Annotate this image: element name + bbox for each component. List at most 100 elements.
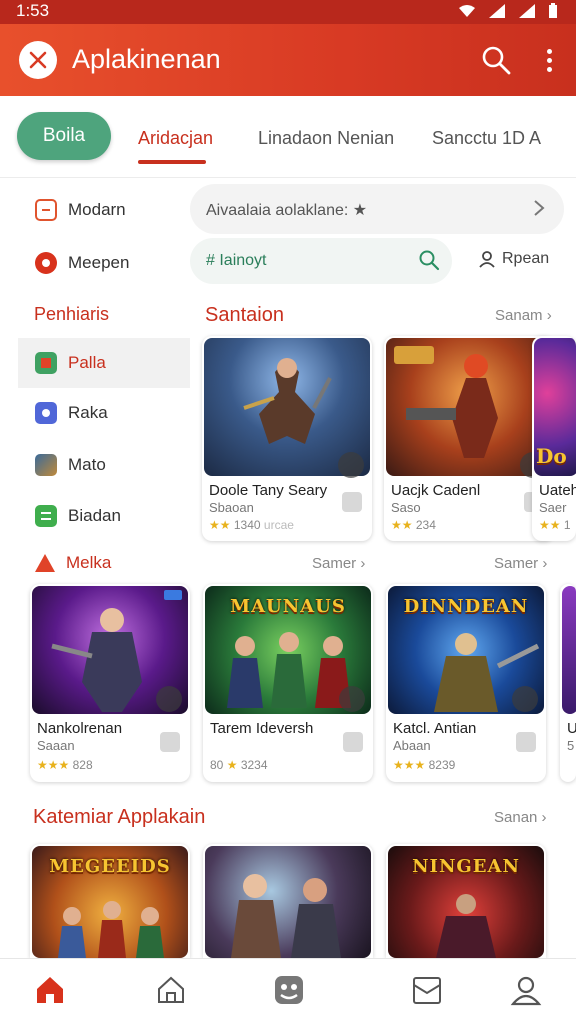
app-art-title: NINGEAN <box>412 856 520 877</box>
app-developer: 5 <box>567 738 575 753</box>
sidebar: Modarn Meepen Penhiaris Palla Raka Mato … <box>18 180 190 540</box>
sidebar-item-mato[interactable]: Mato <box>18 440 190 490</box>
app-art-title: DINNDEAN <box>403 596 529 617</box>
sidebar-heading: Penhiaris <box>34 304 110 324</box>
app-rating: ★★ 1340 urcae <box>209 518 294 532</box>
section-more-label: Samer <box>312 555 357 572</box>
section-more-link[interactable]: Samer › <box>494 555 547 572</box>
app-artwork <box>205 846 371 958</box>
sidebar-item-biadan[interactable]: Biadan <box>18 491 190 541</box>
document-icon <box>35 199 57 221</box>
home-outline-icon[interactable] <box>154 973 188 1007</box>
sidebar-item-label: Biadan <box>68 506 121 525</box>
app-rating: 80 ★ 3234 <box>210 758 268 772</box>
app-art-title: Do <box>536 444 567 468</box>
section-more-link[interactable]: Sanan › <box>494 809 547 826</box>
app-developer: Sbaoan <box>209 500 254 515</box>
bookmark-icon <box>35 352 57 374</box>
app-card[interactable]: Do Uatehl Saer ★★ 1 <box>532 336 576 541</box>
search-icon[interactable] <box>480 44 512 76</box>
app-card[interactable]: Nankolrenan Saaan ★★★ 828 <box>30 584 190 782</box>
tab-sancctu[interactable]: Sancctu 1D A <box>432 128 541 149</box>
tab-bar: Boila Aridacjan Linadaon Nenian Sancctu … <box>0 96 576 178</box>
message-icon <box>35 252 57 274</box>
app-name: Nankolrenan <box>37 720 123 737</box>
section-title: Melka <box>66 553 112 572</box>
close-button[interactable] <box>19 41 57 79</box>
app-developer: Saaan <box>37 738 75 753</box>
section-more-link[interactable]: Samer › <box>312 555 365 572</box>
gamepad-icon <box>160 732 180 752</box>
tab-linadaon[interactable]: Linadaon Nenian <box>258 128 394 149</box>
share-icon[interactable] <box>338 452 364 478</box>
app-name: Uatehl <box>539 482 576 499</box>
close-icon <box>29 51 47 69</box>
app-card[interactable]: NINGEAN <box>386 844 546 958</box>
app-name: U <box>567 720 576 737</box>
app-card[interactable]: Uacjk Cadenl Saso ★★ 234 <box>384 336 554 541</box>
app-rating: ★★ 1 <box>539 518 571 532</box>
share-icon[interactable] <box>512 686 538 712</box>
gamepad-icon <box>343 732 363 752</box>
app-card[interactable] <box>203 844 373 958</box>
list-icon <box>35 505 57 527</box>
person-filter-button[interactable]: Rpean <box>478 250 549 268</box>
sidebar-item-raka[interactable]: Raka <box>18 388 190 438</box>
app-card[interactable]: MEGEEIDS <box>30 844 190 958</box>
share-icon[interactable] <box>156 686 182 712</box>
status-icons <box>458 3 558 19</box>
sidebar-item-meepen[interactable]: Meepen <box>18 238 190 288</box>
section-icon <box>35 554 55 572</box>
bottom-nav <box>0 958 576 1024</box>
wifi-icon <box>459 5 475 17</box>
app-developer: Abaan <box>393 738 431 753</box>
games-icon[interactable] <box>272 973 306 1007</box>
profile-icon[interactable] <box>509 973 543 1007</box>
sidebar-item-label: Modarn <box>68 200 126 219</box>
search-input[interactable]: Aivaalaia aolaklane: ★ <box>190 184 564 234</box>
sidebar-item-label: Palla <box>68 353 106 372</box>
share-icon[interactable] <box>339 686 365 712</box>
app-developer: Saer <box>539 500 567 515</box>
app-name: Tarem Ideversh <box>210 720 314 737</box>
app-name: Katcl. Antian <box>393 720 477 737</box>
section-more-label: Sanan <box>494 809 538 826</box>
app-card[interactable]: DINNDEAN Katcl. Antian Abaan ★★★ 8239 <box>386 584 546 782</box>
app-rating: ★★ 234 <box>391 518 436 532</box>
app-artwork <box>562 586 576 714</box>
gamepad-icon <box>342 492 362 512</box>
app-card[interactable]: MAUNAUS Tarem Ideversh 80 ★ 3234 <box>203 584 373 782</box>
app-card[interactable]: U 5 <box>560 584 576 782</box>
app-rating: ★★★ 8239 <box>393 758 456 772</box>
section-more-label: Samer <box>494 555 539 572</box>
more-menu-button[interactable] <box>538 44 560 76</box>
app-card[interactable]: Doole Tany Seary Sbaoan ★★ 1340 urcae <box>202 336 372 541</box>
section-more-label: Sanam <box>495 307 543 324</box>
app-artwork: Do <box>534 338 576 476</box>
app-name: Doole Tany Seary <box>209 482 328 499</box>
user-badge-icon <box>35 402 57 424</box>
signal-icon <box>519 4 535 18</box>
sidebar-item-modarn[interactable]: Modarn <box>18 185 190 235</box>
section-title: Katemiar Applakain <box>33 806 206 828</box>
app-name: Uacjk Cadenl <box>391 482 481 499</box>
battery-icon <box>549 3 557 18</box>
filter-input[interactable]: # Iainoyt <box>190 238 452 284</box>
person-icon <box>479 251 495 268</box>
tab-aridacjan[interactable]: Aridacjan <box>138 128 213 149</box>
app-artwork: NINGEAN <box>388 846 544 958</box>
sidebar-item-palla[interactable]: Palla <box>18 338 190 388</box>
app-title: Aplakinenan <box>72 44 221 74</box>
sidebar-item-label: Meepen <box>68 253 130 272</box>
home-icon[interactable] <box>33 973 67 1007</box>
status-time: 1:53 <box>16 1 50 20</box>
sidebar-item-label: Raka <box>68 403 108 422</box>
chevron-right-icon <box>534 200 545 216</box>
filter-value: # Iainoyt <box>206 252 267 269</box>
inbox-icon[interactable] <box>410 973 444 1007</box>
search-placeholder: Aivaalaia aolaklane: ★ <box>206 202 368 219</box>
section-title: Santaion <box>205 304 284 326</box>
tab-boila[interactable]: Boila <box>17 112 111 160</box>
search-icon <box>419 250 440 271</box>
section-more-link[interactable]: Sanam › <box>495 307 552 324</box>
